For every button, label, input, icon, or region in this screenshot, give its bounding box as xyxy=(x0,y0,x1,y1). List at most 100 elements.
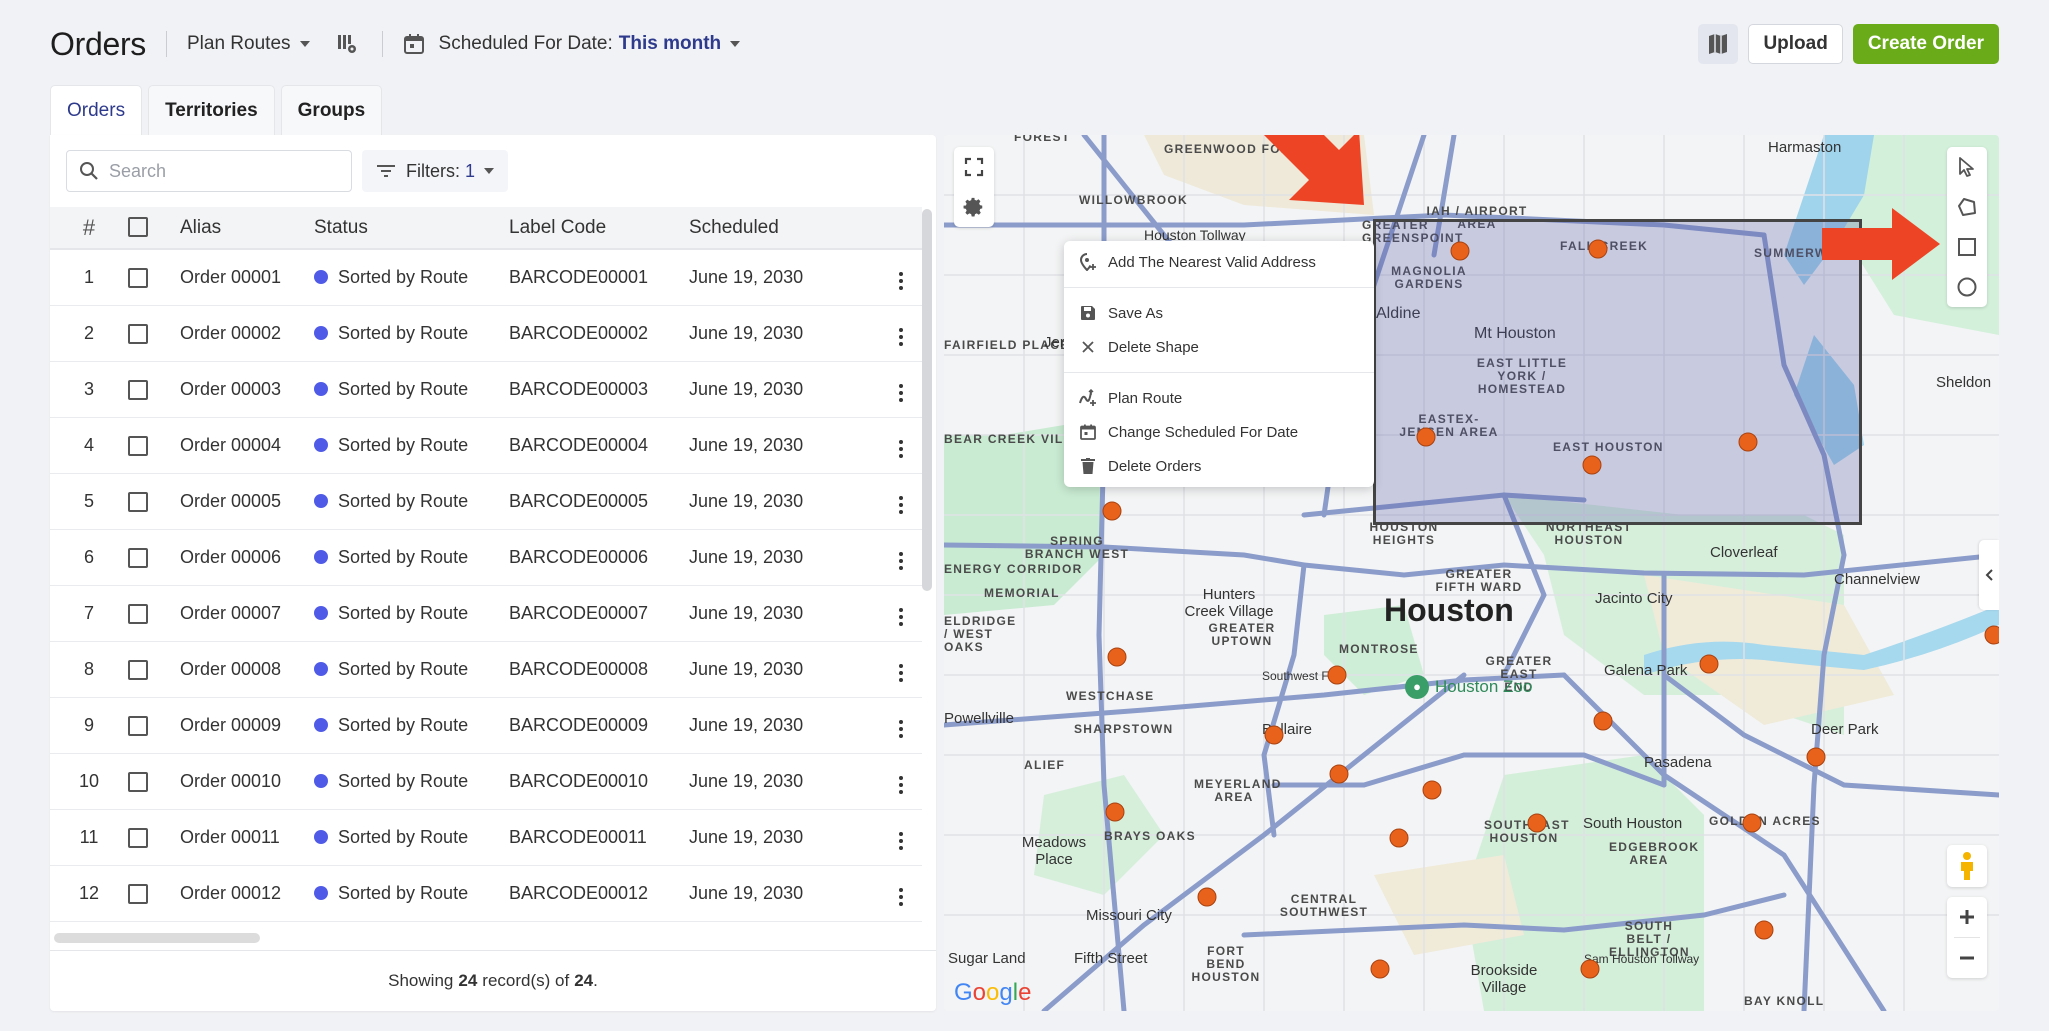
row-checkbox[interactable] xyxy=(128,435,148,456)
polygon-tool-button[interactable] xyxy=(1947,187,1987,227)
tab-orders[interactable]: Orders xyxy=(50,85,143,136)
menu-item-add-nearest-address[interactable]: Add The Nearest Valid Address xyxy=(1064,245,1374,279)
table-row[interactable]: 1 Order 00001 Sorted by Route BARCODE000… xyxy=(50,249,922,305)
more-options-icon[interactable] xyxy=(895,380,907,406)
order-pin[interactable] xyxy=(1593,711,1613,731)
rectangle-tool-button[interactable] xyxy=(1947,227,1987,267)
order-pin[interactable] xyxy=(1582,455,1602,475)
circle-tool-button[interactable] xyxy=(1947,267,1987,307)
row-checkbox[interactable] xyxy=(128,827,148,848)
row-checkbox[interactable] xyxy=(128,491,148,512)
order-pin[interactable] xyxy=(1699,654,1719,674)
more-options-icon[interactable] xyxy=(895,828,907,854)
create-order-button[interactable]: Create Order xyxy=(1852,24,1999,64)
order-pin[interactable] xyxy=(1327,665,1347,685)
more-options-icon[interactable] xyxy=(895,772,907,798)
order-pin[interactable] xyxy=(1105,802,1125,822)
more-options-icon[interactable] xyxy=(895,604,907,630)
column-header-scheduled[interactable]: Scheduled xyxy=(689,207,879,249)
more-options-icon[interactable] xyxy=(895,268,907,294)
horizontal-scrollbar[interactable] xyxy=(54,933,260,943)
order-pin[interactable] xyxy=(1264,725,1284,745)
filters-button[interactable]: Filters: 1 xyxy=(362,150,509,192)
row-checkbox[interactable] xyxy=(128,547,148,568)
order-pin[interactable] xyxy=(1197,887,1217,907)
order-pin[interactable] xyxy=(1107,647,1127,667)
more-options-icon[interactable] xyxy=(895,548,907,574)
order-pin[interactable] xyxy=(1370,959,1390,979)
row-checkbox[interactable] xyxy=(128,603,148,624)
row-select-cell xyxy=(128,753,180,809)
order-pin[interactable] xyxy=(1984,625,1999,645)
column-header-label-code[interactable]: Label Code xyxy=(509,207,689,249)
menu-item-change-scheduled-date[interactable]: Change Scheduled For Date xyxy=(1064,415,1374,449)
row-checkbox[interactable] xyxy=(128,771,148,792)
row-checkbox[interactable] xyxy=(128,379,148,400)
table-row[interactable]: 4 Order 00004 Sorted by Route BARCODE000… xyxy=(50,417,922,473)
collapse-panel-button[interactable] xyxy=(1979,540,1999,610)
column-header-status[interactable]: Status xyxy=(314,207,509,249)
more-options-icon[interactable] xyxy=(895,660,907,686)
more-options-icon[interactable] xyxy=(895,716,907,742)
table-row[interactable]: 11 Order 00011 Sorted by Route BARCODE00… xyxy=(50,809,922,865)
order-pin[interactable] xyxy=(1329,764,1349,784)
map-view[interactable]: FOREST GREENWOOD FOREST WILLOWBROOK Hous… xyxy=(944,135,1999,1011)
table-row[interactable]: 3 Order 00003 Sorted by Route BARCODE000… xyxy=(50,361,922,417)
table-row[interactable]: 8 Order 00008 Sorted by Route BARCODE000… xyxy=(50,641,922,697)
street-view-button[interactable] xyxy=(1947,845,1987,887)
more-options-icon[interactable] xyxy=(895,324,907,350)
order-pin[interactable] xyxy=(1527,813,1547,833)
column-settings-button[interactable] xyxy=(334,30,362,58)
order-pin[interactable] xyxy=(1389,828,1409,848)
scheduled-date-filter[interactable]: Scheduled For Date: This month xyxy=(403,33,741,55)
table-row[interactable]: 7 Order 00007 Sorted by Route BARCODE000… xyxy=(50,585,922,641)
zoom-in-button[interactable] xyxy=(1947,897,1987,937)
table-row[interactable]: 6 Order 00006 Sorted by Route BARCODE000… xyxy=(50,529,922,585)
tab-groups[interactable]: Groups xyxy=(280,85,383,135)
row-alias: Order 00006 xyxy=(180,546,282,567)
table-row[interactable]: 5 Order 00005 Sorted by Route BARCODE000… xyxy=(50,473,922,529)
vertical-scrollbar[interactable] xyxy=(922,209,932,591)
row-status: Sorted by Route xyxy=(314,865,509,921)
row-checkbox[interactable] xyxy=(128,715,148,736)
menu-item-delete-orders[interactable]: Delete Orders xyxy=(1064,449,1374,483)
row-checkbox[interactable] xyxy=(128,659,148,680)
upload-button[interactable]: Upload xyxy=(1748,24,1843,64)
fullscreen-button[interactable] xyxy=(954,147,994,187)
row-checkbox[interactable] xyxy=(128,883,148,904)
zoom-out-button[interactable] xyxy=(1947,938,1987,978)
menu-item-save-as[interactable]: Save As xyxy=(1064,296,1374,330)
column-header-alias[interactable]: Alias xyxy=(180,207,314,249)
more-options-icon[interactable] xyxy=(895,436,907,462)
menu-item-plan-route[interactable]: Plan Route xyxy=(1064,381,1374,415)
order-pin[interactable] xyxy=(1450,241,1470,261)
more-options-icon[interactable] xyxy=(895,492,907,518)
order-pin[interactable] xyxy=(1806,747,1826,767)
select-all-checkbox[interactable] xyxy=(128,217,148,238)
order-pin[interactable] xyxy=(1102,501,1122,521)
more-options-icon[interactable] xyxy=(895,884,907,910)
order-pin[interactable] xyxy=(1742,813,1762,833)
table-row[interactable]: 12 Order 00012 Sorted by Route BARCODE00… xyxy=(50,865,922,921)
row-checkbox[interactable] xyxy=(128,267,148,288)
row-checkbox[interactable] xyxy=(128,323,148,344)
drawn-rectangle-shape[interactable] xyxy=(1373,219,1862,525)
order-pin[interactable] xyxy=(1738,432,1758,452)
order-pin[interactable] xyxy=(1580,959,1600,979)
order-pin[interactable] xyxy=(1754,920,1774,940)
search-box[interactable] xyxy=(66,150,352,192)
houston-zoo-poi[interactable]: ● Houston Zoo xyxy=(1405,675,1532,699)
search-input[interactable] xyxy=(109,160,329,182)
order-pin[interactable] xyxy=(1588,239,1608,259)
plan-routes-dropdown[interactable]: Plan Routes xyxy=(187,33,310,55)
order-pin[interactable] xyxy=(1422,780,1442,800)
table-row[interactable]: 2 Order 00002 Sorted by Route BARCODE000… xyxy=(50,305,922,361)
order-pin[interactable] xyxy=(1416,427,1436,447)
select-tool-button[interactable] xyxy=(1947,147,1987,187)
map-settings-button[interactable] xyxy=(954,187,994,227)
table-row[interactable]: 9 Order 00009 Sorted by Route BARCODE000… xyxy=(50,697,922,753)
table-row[interactable]: 10 Order 00010 Sorted by Route BARCODE00… xyxy=(50,753,922,809)
menu-item-delete-shape[interactable]: Delete Shape xyxy=(1064,330,1374,364)
tab-territories[interactable]: Territories xyxy=(148,85,275,135)
map-view-toggle[interactable] xyxy=(1698,24,1739,64)
